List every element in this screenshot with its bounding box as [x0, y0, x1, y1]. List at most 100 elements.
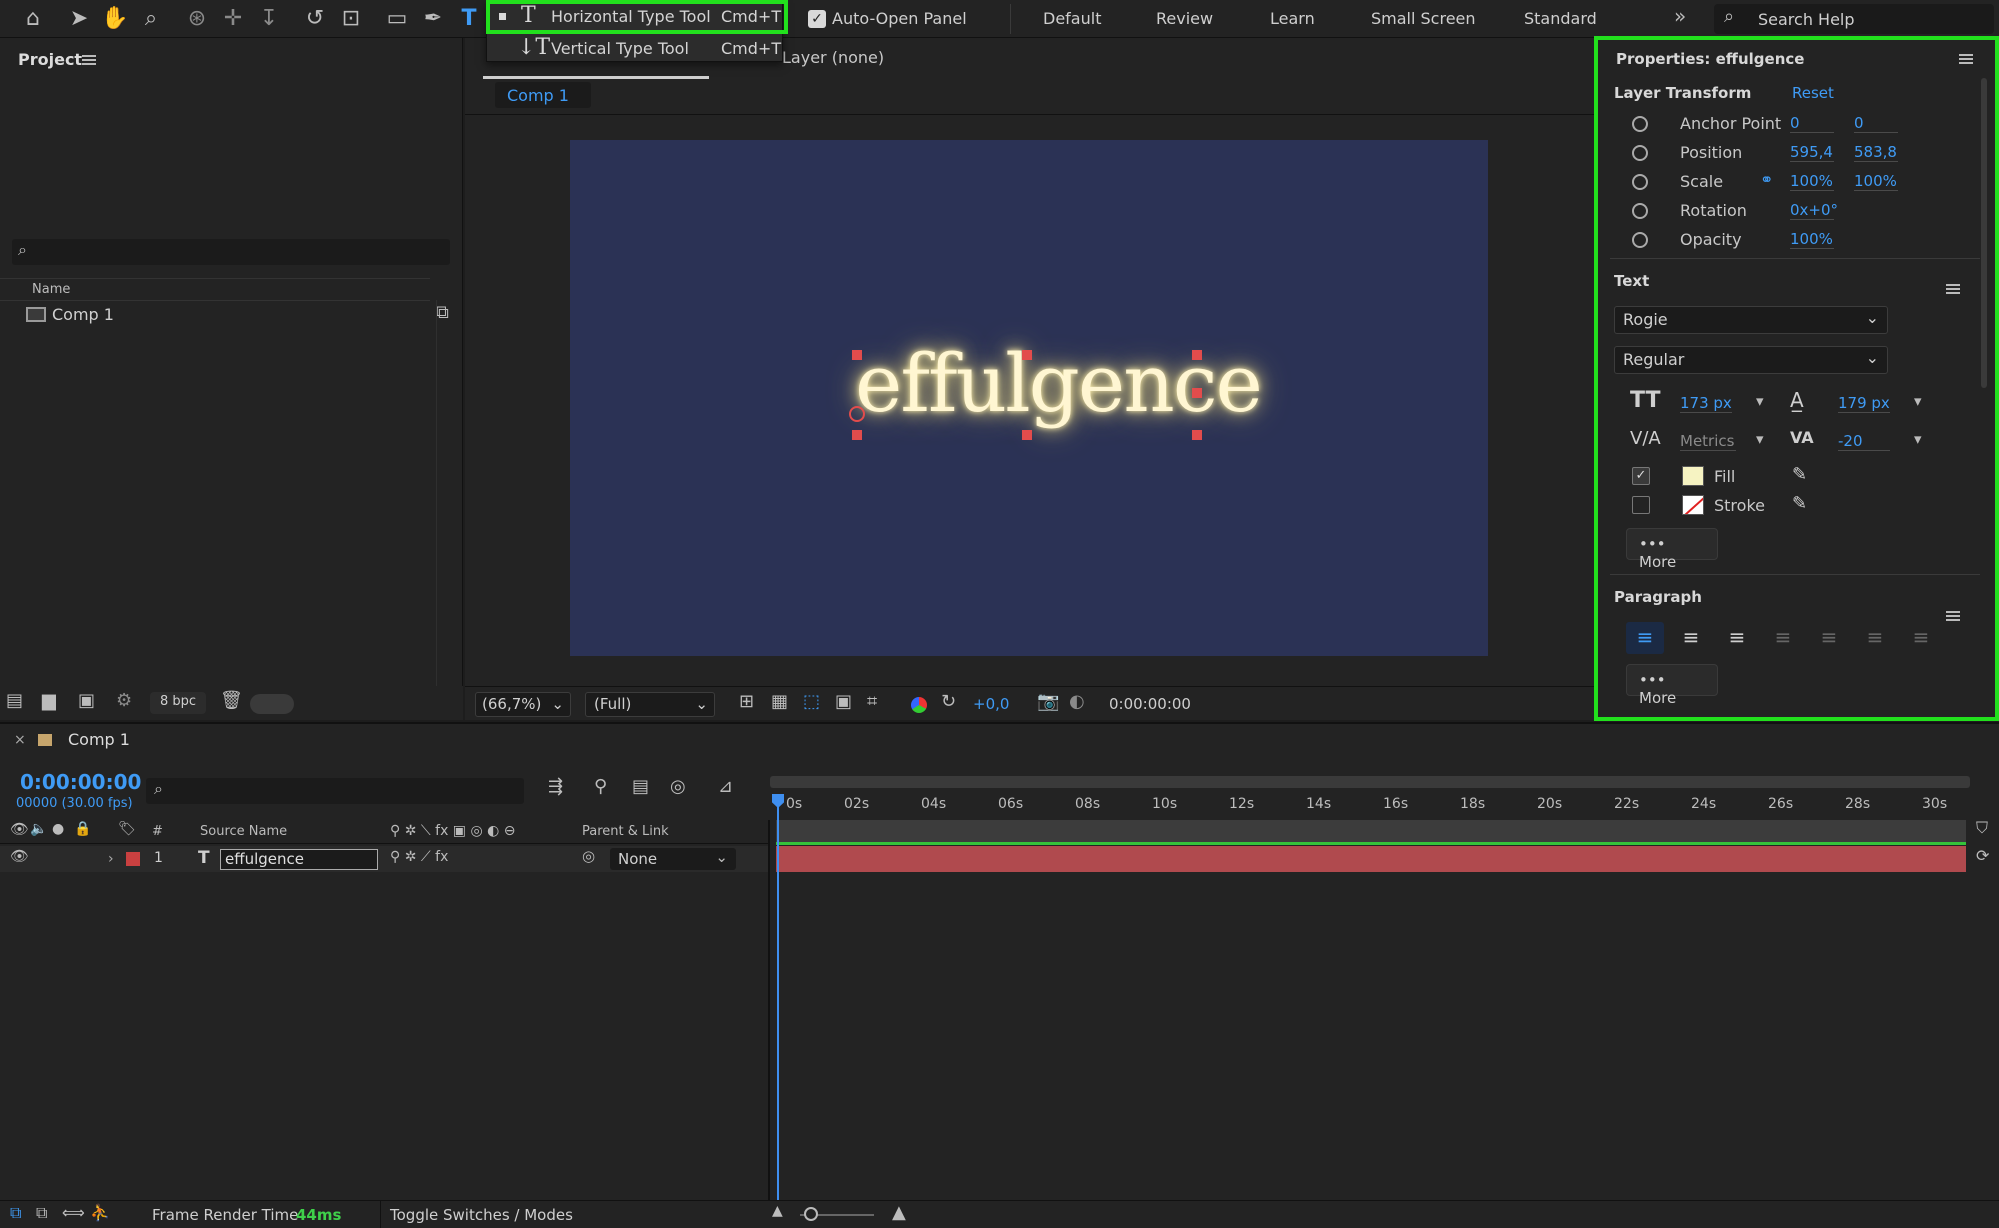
region-of-interest-icon[interactable]: ▣ [835, 693, 852, 711]
show-snapshot-icon[interactable]: ◐ [1069, 693, 1085, 711]
bpc-button[interactable]: 8 bpc [150, 692, 207, 714]
snapshot-icon[interactable]: 📷 [1037, 693, 1059, 711]
work-area-bar[interactable] [770, 776, 1970, 788]
channels-icon[interactable] [911, 697, 927, 713]
parent-dropdown[interactable]: None ⌄ [610, 848, 736, 870]
trash-icon[interactable]: 🗑 [220, 692, 243, 710]
thumbnail-slider[interactable] [250, 694, 294, 714]
workspace-default[interactable]: Default [1043, 9, 1101, 28]
auto-open-checkbox[interactable]: ✓ [808, 10, 826, 28]
eye-icon[interactable]: 👁 [10, 822, 29, 837]
audio-icon[interactable]: 🔈 [30, 822, 47, 836]
fast-previews-icon[interactable]: ⊞ [739, 693, 754, 711]
project-item-comp1[interactable]: Comp 1 [0, 302, 440, 328]
rectangle-tool-icon[interactable]: ▭ [382, 4, 412, 34]
workspace-learn[interactable]: Learn [1270, 9, 1315, 28]
pen-tool-icon[interactable]: ✒ [418, 4, 448, 34]
layer-switches-icon[interactable]: ⧉ [10, 1205, 21, 1221]
exposure-value[interactable]: +0,0 [973, 695, 1009, 713]
workspace-standard[interactable]: Standard [1524, 9, 1597, 28]
layer-duration-bar[interactable] [776, 846, 1966, 872]
time-ruler[interactable]: 0s 02s 04s 06s 08s 10s 12s 14s 16s 18s 2… [772, 796, 1972, 818]
rotation-tool-icon[interactable]: ↺ [300, 4, 330, 34]
comp-marker-bin-icon[interactable]: ⛉ [1976, 820, 1988, 836]
pan-camera-icon[interactable]: ✛ [218, 4, 248, 34]
hand-tool-icon[interactable]: ✋ [100, 4, 130, 34]
col-source-name[interactable]: Source Name [200, 824, 287, 839]
workspace-review[interactable]: Review [1156, 9, 1213, 28]
search-help-box[interactable]: ⌕ Search Help [1714, 4, 1994, 34]
pickwhip-icon[interactable]: ◎ [582, 849, 595, 864]
layer-name-field[interactable]: effulgence [220, 849, 378, 870]
composition-minimap-icon[interactable]: ⇶ [548, 778, 563, 796]
vertical-type-tool-item[interactable]: ↓T Vertical Type Tool Cmd+T [487, 33, 782, 64]
zoom-dropdown[interactable]: (66,7%) ⌄ [475, 692, 571, 717]
transparency-grid-icon[interactable]: ▦ [771, 693, 788, 711]
zoom-tool-icon[interactable]: ⌕ [136, 4, 166, 34]
close-tab-icon[interactable]: × [14, 732, 26, 748]
layer-marker-icon[interactable]: ⟳ [1976, 848, 1989, 864]
solo-icon[interactable]: ● [52, 822, 64, 836]
layer-row[interactable]: 👁 › 1 T effulgence ⚲ ✲ ⟋ fx ◎ None ⌄ [0, 846, 770, 872]
zoom-in-icon[interactable]: ▲ [892, 1204, 906, 1222]
transfer-controls-icon[interactable]: ⧉ [36, 1205, 47, 1221]
timeline-search-input[interactable]: ⌕ [146, 778, 524, 804]
timeline-split-divider[interactable] [768, 820, 770, 1202]
mask-visibility-icon[interactable]: ⬚ [803, 693, 820, 711]
transform-handle[interactable] [1192, 388, 1202, 398]
workspace-small-screen[interactable]: Small Screen [1371, 9, 1476, 28]
project-scrollbar[interactable] [436, 300, 437, 720]
zoom-out-icon[interactable]: ▲ [772, 1204, 783, 1218]
layer-color-label[interactable] [126, 852, 140, 866]
home-icon[interactable]: ⌂ [18, 4, 48, 34]
viewer-timecode[interactable]: 0:00:00:00 [1109, 695, 1191, 713]
transform-handle[interactable] [852, 430, 862, 440]
flowchart-icon[interactable]: ⧉ [436, 304, 449, 322]
transform-handle[interactable] [1022, 350, 1032, 360]
comp-tab[interactable]: Comp 1 [495, 82, 591, 108]
frame-blending-icon[interactable]: ▤ [632, 778, 649, 796]
composition-icon [26, 307, 46, 322]
text-layer-bounds[interactable]: effulgence [855, 344, 1263, 470]
comp-canvas[interactable]: effulgence [570, 140, 1488, 656]
eye-icon[interactable]: 👁 [10, 849, 29, 864]
toggle-switches-modes[interactable]: Toggle Switches / Modes [390, 1206, 573, 1224]
orbit-camera-icon[interactable]: ⊛ [182, 4, 212, 34]
dolly-camera-icon[interactable]: ↧ [254, 4, 284, 34]
graph-editor-icon[interactable]: ⊿ [718, 778, 733, 796]
in-out-icon[interactable]: ⟺ [62, 1205, 85, 1221]
new-composition-icon[interactable]: ▣ [78, 692, 95, 710]
grid-guides-icon[interactable]: ⌗ [867, 693, 877, 711]
pan-behind-tool-icon[interactable]: ⊡ [336, 4, 366, 34]
timeline-comp-tab[interactable]: Comp 1 [68, 730, 130, 749]
more-workspaces-icon[interactable]: » [1674, 6, 1686, 26]
layer-panel-tab[interactable]: Layer (none) [782, 48, 884, 67]
layer-switches[interactable]: ⚲ ✲ ⟋ fx [390, 849, 448, 865]
new-folder-icon[interactable]: ▆ [42, 692, 56, 710]
resolution-dropdown[interactable]: (Full) ⌄ [585, 692, 715, 717]
label-tag-icon[interactable]: 🏷 [118, 822, 136, 836]
motion-blur-icon[interactable]: ◎ [670, 778, 686, 796]
expand-chevron-icon[interactable]: › [108, 851, 114, 867]
render-time-icon[interactable]: ⛹ [90, 1205, 110, 1221]
anchor-point-icon[interactable] [849, 406, 865, 422]
project-divider [0, 300, 430, 301]
selection-tool-icon[interactable]: ➤ [64, 4, 94, 34]
ruler-tick: 22s [1614, 796, 1640, 812]
playhead-line[interactable] [777, 794, 779, 1200]
col-parent-link[interactable]: Parent & Link [582, 824, 669, 839]
transform-handle[interactable] [1022, 430, 1032, 440]
project-menu-icon[interactable] [82, 55, 96, 65]
type-tool-icon[interactable]: T [454, 4, 484, 34]
zoom-slider-thumb[interactable] [804, 1207, 818, 1221]
project-settings-icon[interactable]: ⚙ [116, 692, 132, 710]
lock-icon[interactable]: 🔒 [74, 822, 91, 836]
transform-handle[interactable] [1192, 430, 1202, 440]
timeline-timecode[interactable]: 0:00:00:00 [20, 770, 141, 794]
transform-handle[interactable] [1192, 350, 1202, 360]
transform-handle[interactable] [852, 350, 862, 360]
reset-exposure-icon[interactable]: ↻ [941, 693, 956, 711]
project-search-input[interactable]: ⌕ [12, 239, 450, 265]
shy-layers-icon[interactable]: ⚲ [594, 778, 607, 796]
interpret-footage-icon[interactable]: ▤ [6, 692, 23, 710]
